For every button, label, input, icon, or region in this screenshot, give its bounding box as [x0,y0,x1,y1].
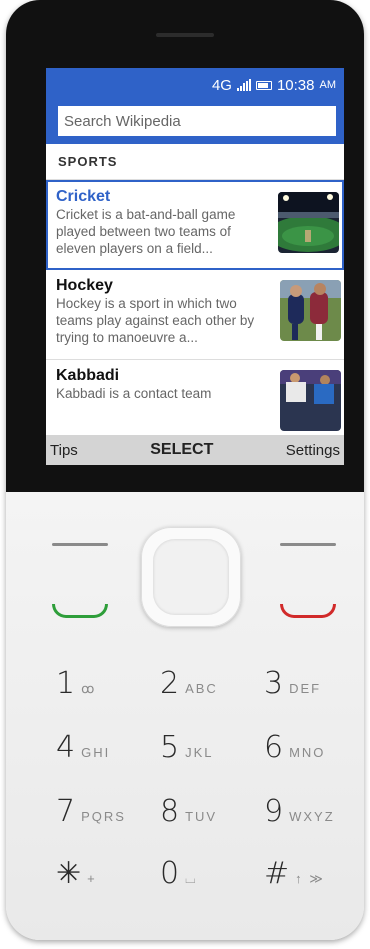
clock-time: 10:38 [276,76,315,94]
space-icon: ⌴ [185,871,198,886]
network-type: 4G [211,76,232,94]
key-letters: PQRS [81,809,126,824]
key-star[interactable]: ✳ + [56,856,97,891]
key-number: 8 [160,794,180,829]
earpiece-speaker [156,33,214,37]
voicemail-icon: ꝏ [81,681,97,696]
key-number: 7 [56,794,76,829]
key-number: 3 [264,666,284,701]
key-7[interactable]: 7 PQRS [56,794,126,829]
key-number: 9 [264,794,284,829]
end-call-button-icon[interactable] [280,604,336,618]
phone-screen: 4G 10:38 AM SPORTS Cricket Cricket is a b… [46,68,344,465]
article-description: Kabbadi is a contact team [56,386,212,401]
key-4[interactable]: 4 GHI [56,730,110,765]
softkey-left[interactable]: Tips [50,442,78,459]
key-0[interactable]: 0 ⌴ [160,856,198,891]
star-icon: ✳ [56,856,82,891]
cricket-thumbnail [278,192,339,253]
dpad-button[interactable] [141,527,241,627]
softkey-bar: Tips SELECT Settings [46,435,344,465]
article-item-cricket[interactable]: Cricket Cricket is a bat-and-ball game p… [46,180,344,270]
key-8[interactable]: 8 TUV [160,794,217,829]
softkey-center[interactable]: SELECT [150,441,213,459]
key-letters: JKL [185,745,214,760]
search-bar [46,102,344,144]
key-5[interactable]: 5 JKL [160,730,214,765]
key-9[interactable]: 9 WXYZ [264,794,335,829]
key-letters: + [87,871,97,886]
signal-icon [236,79,251,91]
key-number: 6 [264,730,284,765]
softkey-right[interactable]: Settings [286,442,340,459]
battery-icon [255,80,272,90]
key-letters: ABC [185,681,218,696]
key-letters: GHI [81,745,111,760]
dpad-center-button[interactable] [153,539,229,615]
article-description: Cricket is a bat-and-ball game played be… [56,207,236,256]
key-number: 4 [56,730,76,765]
section-header: SPORTS [46,144,344,180]
kabbadi-thumbnail [280,370,341,431]
key-hash[interactable]: # ↑ ≫ [264,856,325,891]
search-input[interactable] [58,106,336,136]
key-2[interactable]: 2 ABC [160,666,218,701]
clock-ampm: AM [319,79,337,91]
key-number: 2 [160,666,180,701]
status-bar: 4G 10:38 AM [46,68,344,102]
left-softkey-button[interactable] [52,543,108,546]
key-letters: MNO [289,745,326,760]
feature-phone: 4G 10:38 AM SPORTS Cricket Cricket is a b… [6,0,364,940]
shift-icon: ↑ ≫ [295,871,325,886]
key-letters: WXYZ [289,809,335,824]
hash-icon: # [264,856,290,891]
key-6[interactable]: 6 MNO [264,730,325,765]
article-description: Hockey is a sport in which two teams pla… [56,296,255,345]
key-letters: DEF [289,681,322,696]
article-item-hockey[interactable]: Hockey Hockey is a sport in which two te… [46,270,344,360]
key-number: 5 [160,730,180,765]
key-3[interactable]: 3 DEF [264,666,321,701]
key-letters: TUV [185,809,218,824]
key-1[interactable]: 1 ꝏ [56,666,96,701]
call-button-icon[interactable] [52,604,108,618]
right-softkey-button[interactable] [280,543,336,546]
key-number: 1 [56,666,76,701]
key-number: 0 [160,856,180,891]
hockey-thumbnail [280,280,341,341]
